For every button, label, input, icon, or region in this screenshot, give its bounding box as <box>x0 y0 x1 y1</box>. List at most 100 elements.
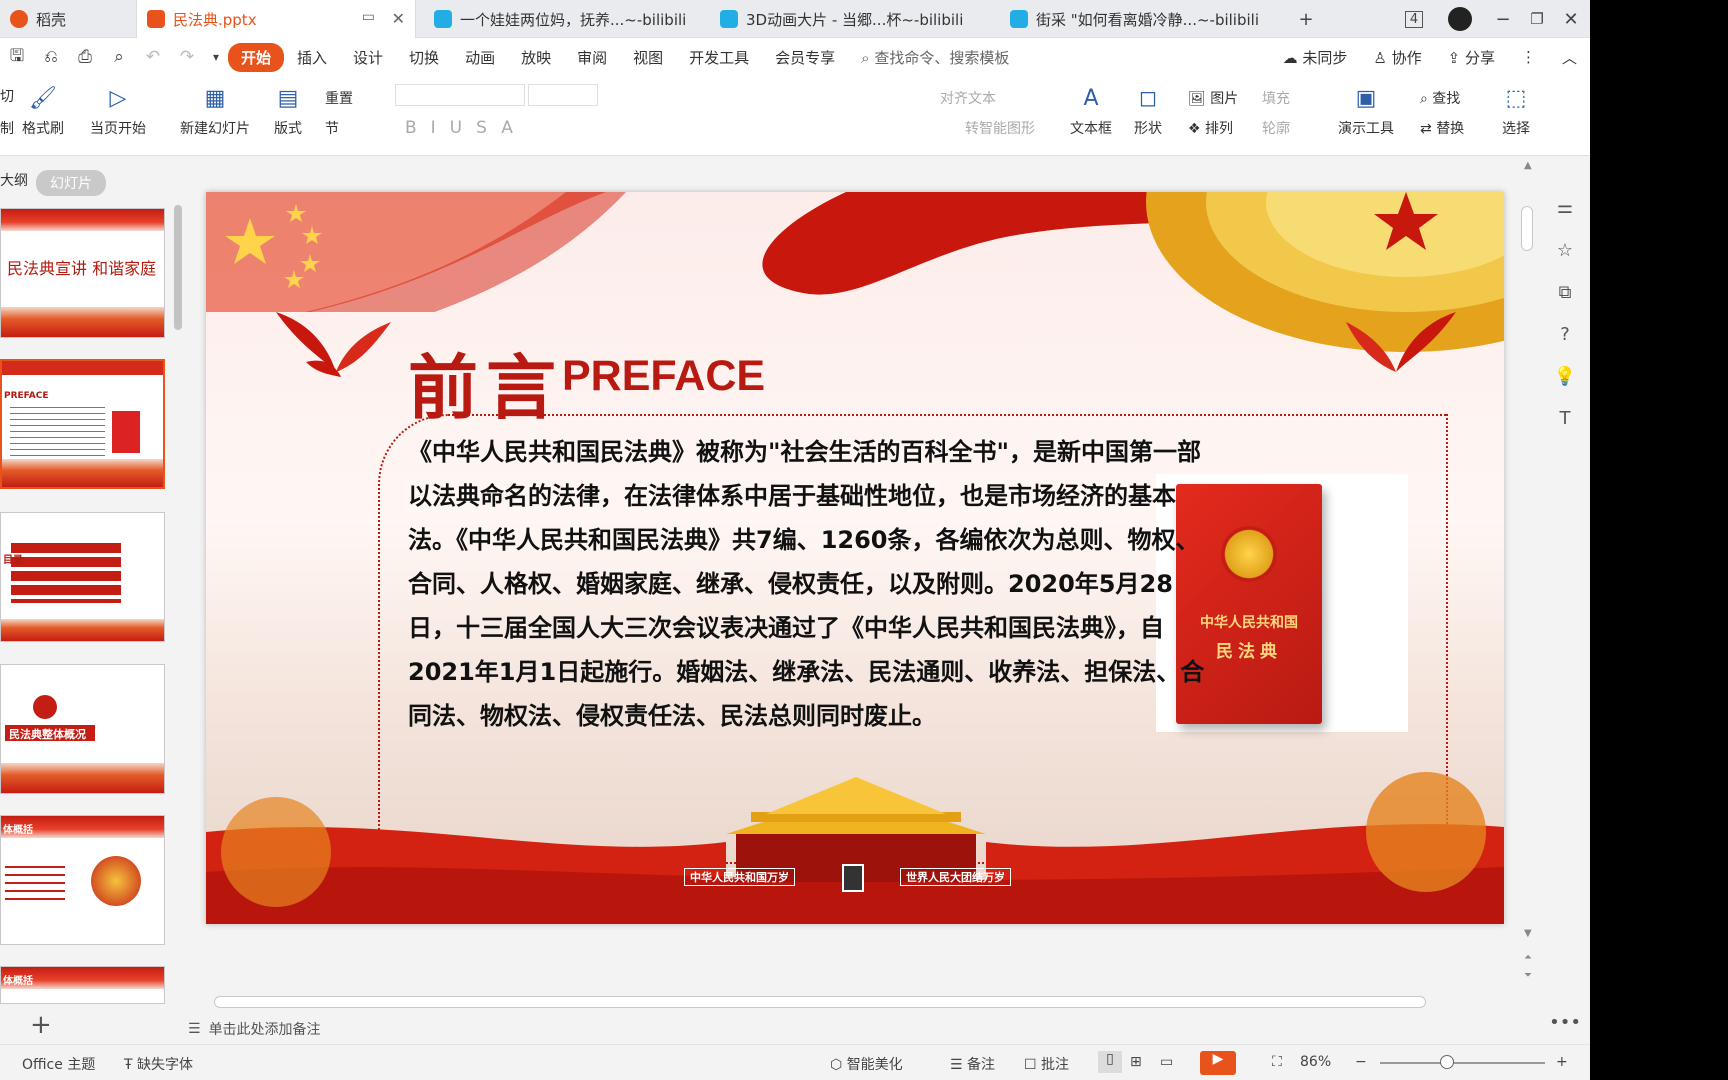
tab-outline[interactable]: 大纲 <box>0 170 28 190</box>
replace-button[interactable]: ⇄ 替换 <box>1420 118 1464 138</box>
outline-button[interactable]: 轮廓 <box>1262 118 1290 138</box>
lightbulb-icon[interactable]: 💡 <box>1553 364 1577 388</box>
save-icon[interactable]: 🖫 <box>0 42 34 72</box>
convert-smartart-button[interactable]: 转智能图形 <box>965 118 1035 138</box>
print-preview-icon[interactable]: ⌕ <box>102 42 136 72</box>
menu-transition[interactable]: 切换 <box>396 47 452 68</box>
more-icon[interactable]: ••• <box>1549 1010 1581 1034</box>
scroll-up-icon[interactable]: ▲ <box>1524 160 1532 171</box>
menu-review[interactable]: 审阅 <box>564 47 620 68</box>
menu-insert[interactable]: 插入 <box>284 47 340 68</box>
font-size-select[interactable] <box>528 84 598 106</box>
thumb-scrollbar[interactable] <box>174 205 182 330</box>
tab-count-button[interactable]: 4 <box>1396 0 1432 38</box>
more-icon[interactable]: ⋮ <box>1508 48 1549 66</box>
beautify-button[interactable]: ⬡ 智能美化 <box>830 1054 903 1074</box>
menu-design[interactable]: 设计 <box>340 47 396 68</box>
slide-title-en[interactable]: PREFACE <box>562 352 765 401</box>
notes-toggle-button[interactable]: ☰ 备注 <box>950 1054 995 1074</box>
from-current-button[interactable]: ▷ 当页开始 <box>90 82 146 138</box>
zoom-out-button[interactable]: − <box>1355 1054 1367 1070</box>
zoom-slider-knob[interactable] <box>1440 1055 1454 1069</box>
missing-font-button[interactable]: Ŧ 缺失字体 <box>124 1054 193 1074</box>
slide-thumb-1[interactable]: 民法典宣讲 和谐家庭 <box>0 208 165 338</box>
collab-button[interactable]: ♙ 协作 <box>1360 47 1434 68</box>
zoom-in-button[interactable]: + <box>1556 1054 1568 1070</box>
text-icon[interactable]: T <box>1553 406 1577 430</box>
slides-icon[interactable]: ⧉ <box>1553 280 1577 304</box>
slide-thumb-2[interactable]: PREFACE <box>0 359 165 489</box>
avatar[interactable] <box>1440 0 1480 38</box>
print-icon[interactable]: ⎙ <box>68 42 102 72</box>
copy-button[interactable]: 制 <box>0 118 14 138</box>
menu-slideshow[interactable]: 放映 <box>508 47 564 68</box>
slide-body-text[interactable]: 《中华人民共和国民法典》被称为"社会生活的百科全书"，是新中国第一部以法典命名的… <box>408 430 1208 738</box>
layout-button[interactable]: ▤ 版式 <box>272 82 304 138</box>
play-slideshow-button[interactable]: ▶ <box>1200 1051 1236 1075</box>
undo-history-icon[interactable]: ⎌ <box>34 42 68 72</box>
textbox-button[interactable]: A 文本框 <box>1070 82 1112 138</box>
slide-thumb-3[interactable]: 目录 <box>0 512 165 642</box>
format-painter-button[interactable]: 🖌 格式刷 <box>22 82 64 138</box>
new-tab-button[interactable]: + <box>1290 0 1322 38</box>
menu-home[interactable]: 开始 <box>228 42 285 72</box>
align-text-button[interactable]: 对齐文本 <box>940 88 996 108</box>
help-icon[interactable]: ? <box>1553 322 1577 346</box>
redo-icon[interactable]: ↷ <box>170 42 204 72</box>
font-name-select[interactable] <box>395 84 525 106</box>
reading-view-icon[interactable]: ▭ <box>1160 1054 1173 1070</box>
zoom-level[interactable]: 86% <box>1300 1054 1331 1070</box>
tab-bilibili-3[interactable]: 街采 "如何看离婚冷静...~-bilibili <box>1000 0 1280 38</box>
pin-icon[interactable]: ▭ <box>362 9 375 25</box>
menu-developer[interactable]: 开发工具 <box>676 47 762 68</box>
section-button[interactable]: 节 <box>325 118 339 138</box>
close-icon[interactable]: ✕ <box>392 9 405 28</box>
pin-star-icon[interactable]: ☆ <box>1553 238 1577 262</box>
scroll-down-icon[interactable]: ▼ <box>1524 928 1532 939</box>
fit-window-icon[interactable]: ⛶ <box>1272 1054 1282 1070</box>
new-slide-button[interactable]: ▦ 新建幻灯片 <box>180 82 250 138</box>
sorter-view-icon[interactable]: ⊞ <box>1130 1054 1142 1070</box>
next-slide-icon[interactable]: ⏷ <box>1524 970 1532 981</box>
restore-button[interactable]: ❐ <box>1522 0 1552 38</box>
menu-animation[interactable]: 动画 <box>452 47 508 68</box>
tab-slides[interactable]: 幻灯片 <box>36 170 106 196</box>
prev-slide-icon[interactable]: ⏶ <box>1524 952 1532 963</box>
slide-thumb-4[interactable]: 民法典整体概况 <box>0 664 165 794</box>
slide-thumb-5[interactable]: 体概括 <box>0 815 165 945</box>
presentation-tools-button[interactable]: ▣ 演示工具 <box>1338 82 1394 138</box>
notes-bar[interactable]: ☰ 单击此处添加备注 <box>188 1014 1538 1044</box>
sync-status[interactable]: ☁ 未同步 <box>1270 47 1361 68</box>
minimize-button[interactable]: − <box>1488 0 1518 38</box>
comments-button[interactable]: ☐ 批注 <box>1024 1054 1069 1074</box>
collapse-ribbon-icon[interactable]: ︿ <box>1549 47 1590 68</box>
tab-bilibili-2[interactable]: 3D动画大片 - 当郷...杯~-bilibili <box>710 0 995 38</box>
text-format-group[interactable]: BIUSA <box>405 118 527 138</box>
tab-ppt[interactable]: 民法典.pptx ▭ ✕ <box>136 0 416 38</box>
properties-icon[interactable]: ⚌ <box>1553 195 1577 219</box>
slide-horizontal-scrollbar[interactable] <box>214 996 1426 1008</box>
window-close-button[interactable]: ✕ <box>1556 0 1586 38</box>
theme-label[interactable]: Office 主题 <box>22 1054 95 1074</box>
tab-daoke[interactable]: 稻壳 <box>0 0 135 38</box>
fill-button[interactable]: 填充 <box>1262 88 1290 108</box>
slide-vertical-scrollbar[interactable] <box>1521 206 1533 251</box>
zoom-slider-track[interactable] <box>1380 1062 1545 1064</box>
slide-thumb-6[interactable]: 体概括 <box>0 966 165 1004</box>
add-slide-button[interactable]: + <box>30 1010 52 1040</box>
select-button[interactable]: ⬚ 选择 <box>1500 82 1532 138</box>
cut-button[interactable]: 切 <box>0 86 14 106</box>
picture-button[interactable]: 🖼 图片 <box>1188 88 1238 108</box>
menu-view[interactable]: 视图 <box>620 47 676 68</box>
tab-bilibili-1[interactable]: 一个娃娃两位妈，抚养...~-bilibili <box>424 0 704 38</box>
command-search[interactable]: ⌕ 查找命令、搜索模板 <box>848 47 1022 68</box>
find-button[interactable]: ⌕ 查找 <box>1420 88 1460 108</box>
share-button[interactable]: ⇪ 分享 <box>1435 47 1508 68</box>
undo-icon[interactable]: ↶ <box>136 42 170 72</box>
slide-canvas[interactable]: 前言 PREFACE 中华人民共和国 民法典 《中华人民共和国民法典》被称为"社… <box>206 192 1504 924</box>
normal-view-icon[interactable]: ▯ <box>1098 1051 1122 1073</box>
arrange-button[interactable]: ❖ 排列 <box>1188 118 1233 138</box>
menu-member[interactable]: 会员专享 <box>762 47 848 68</box>
reset-button[interactable]: 重置 <box>325 88 353 108</box>
chevron-down-icon[interactable]: ▾ <box>204 42 228 72</box>
